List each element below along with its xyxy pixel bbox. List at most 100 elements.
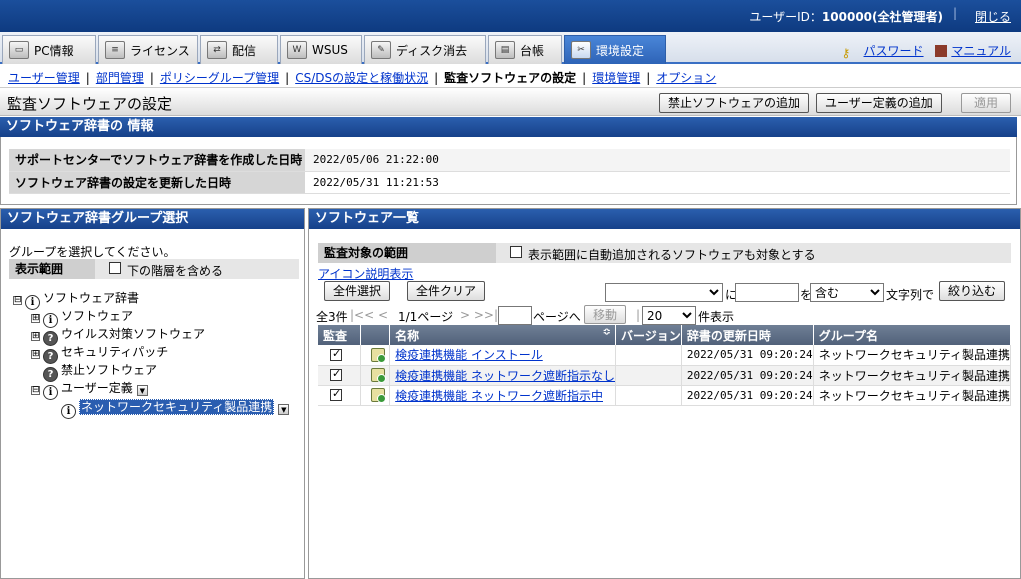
tree-node-antivirus[interactable]: ⊞? ウイルス対策ソフトウェア	[31, 325, 205, 346]
dict-info-header: ソフトウェア辞書の 情報	[0, 117, 1017, 137]
tree-node-software-dictionary[interactable]: ⊟ i ソフトウェア辞書	[13, 289, 139, 310]
info-icon: i	[61, 404, 76, 419]
tab-pc-info[interactable]: ▭ PC情報	[2, 35, 96, 64]
expand-icon[interactable]: ⊞	[31, 314, 40, 323]
wsus-icon: W	[287, 41, 307, 59]
scope-label: 表示範囲	[9, 259, 95, 279]
tree-node-user-definition[interactable]: ⊟ i ユーザー定義 ▼	[31, 379, 148, 400]
pager-move-button[interactable]: 移動	[584, 305, 627, 324]
group-cell: ネットワークセキュリティ製品連携	[813, 345, 1012, 366]
include-sub-checkbox[interactable]	[109, 262, 121, 274]
add-prohibited-software-button[interactable]: 禁止ソフトウェアの追加	[659, 93, 810, 113]
col-version[interactable]: バージョン	[615, 325, 682, 345]
clear-all-button[interactable]: 全件クリア	[407, 281, 486, 301]
pc-icon: ▭	[9, 41, 29, 59]
title-bar: 監査ソフトウェアの設定 禁止ソフトウェアの追加 ユーザー定義の追加 適用	[0, 88, 1021, 116]
tree-node-software[interactable]: ⊞ i ソフトウェア	[31, 307, 133, 328]
col-icon	[360, 325, 391, 345]
expand-icon[interactable]: ⊞	[31, 332, 40, 341]
audit-checkbox[interactable]	[330, 387, 342, 401]
tab-distribution[interactable]: ⇄ 配信	[200, 35, 278, 64]
table-header-row: 監査 名称 ≎ バージョン 辞書の更新日時 グループ名	[318, 325, 1012, 345]
tree-node-prohibited-software[interactable]: ? 禁止ソフトウェア	[43, 361, 157, 382]
filter-text-input[interactable]	[735, 283, 799, 302]
table-row[interactable]: 検疫連携機能 ネットワーク遮断指示なし 2022/05/31 09:20:24 …	[318, 365, 1012, 386]
tab-disk-erase[interactable]: ✎ ディスク消去	[364, 35, 486, 64]
dict-info-table: サポートセンターでソフトウェア辞書を作成した日時 2022/05/06 21:22…	[9, 149, 1010, 194]
filter-button[interactable]: 絞り込む	[939, 281, 1006, 301]
version-cell	[615, 365, 682, 386]
collapse-icon[interactable]: ⊟	[31, 386, 40, 395]
distribution-icon: ⇄	[207, 41, 227, 59]
pager-goto-input[interactable]	[498, 306, 532, 325]
auto-add-label: 表示範囲に自動追加されるソフトウェアも対象とする	[528, 248, 816, 262]
settings-icon: ✂	[571, 41, 591, 59]
software-icon	[370, 388, 386, 403]
col-updated[interactable]: 辞書の更新日時	[681, 325, 814, 345]
group-cell: ネットワークセキュリティ製品連携	[813, 385, 1012, 406]
info-icon: i	[43, 385, 58, 400]
subnav-department-management[interactable]: 部門管理	[96, 71, 144, 85]
audit-checkbox[interactable]	[330, 367, 342, 381]
add-user-definition-button[interactable]: ユーザー定義の追加	[816, 93, 942, 113]
password-link[interactable]: パスワード	[864, 44, 924, 58]
select-all-button[interactable]: 全件選択	[324, 281, 391, 301]
tab-ledger[interactable]: ▤ 台帳	[488, 35, 562, 64]
col-group[interactable]: グループ名	[813, 325, 1012, 345]
pager-page-info: 1/1ページ	[398, 310, 454, 324]
software-icon	[370, 368, 386, 383]
per-page-suffix: 件表示	[698, 310, 735, 324]
group-select-panel: ソフトウェア辞書グループ選択 グループを選択してください。 表示範囲 下の階層を…	[0, 208, 305, 579]
audit-scope-label: 監査対象の範囲	[318, 243, 496, 263]
user-id-label: ユーザーID：	[749, 10, 822, 24]
subnav-audit-software-current: 監査ソフトウェアの設定	[444, 71, 577, 85]
expand-icon[interactable]: ⊞	[31, 350, 40, 359]
tree-node-network-security[interactable]: i ネットワークセキュリティ製品連携 ▼	[61, 398, 290, 419]
pager-next[interactable]: > >>|	[460, 308, 498, 322]
close-link[interactable]: 閉じる	[975, 8, 1011, 25]
tab-settings[interactable]: ✂ 環境設定	[564, 35, 666, 64]
updated-cell: 2022/05/31 09:20:24	[681, 365, 814, 386]
dropdown-arrow-icon[interactable]: ▼	[136, 385, 148, 396]
audit-checkbox[interactable]	[330, 347, 342, 361]
filter-column-select[interactable]	[605, 283, 723, 302]
manual-icon	[935, 45, 948, 57]
tab-license[interactable]: ≡ ライセンス	[98, 35, 198, 64]
subnav-environment[interactable]: 環境管理	[592, 71, 640, 85]
icon-legend-link[interactable]: アイコン説明表示	[318, 265, 413, 282]
subnav-cs-ds[interactable]: CS/DSの設定と稼働状況	[295, 71, 428, 85]
software-name-link[interactable]: 検疫連携機能 ネットワーク遮断指示なし	[395, 369, 615, 383]
software-name-link[interactable]: 検疫連携機能 インストール	[395, 348, 543, 362]
table-row: ソフトウェア辞書の設定を更新した日時 2022/05/31 11:21:53	[9, 171, 1010, 194]
manual-link[interactable]: マニュアル	[951, 44, 1011, 58]
scope-row: 表示範囲 下の階層を含める	[9, 259, 299, 279]
tab-wsus[interactable]: W WSUS	[280, 35, 362, 64]
col-name[interactable]: 名称 ≎	[389, 325, 616, 345]
per-page-select[interactable]: 20	[642, 306, 696, 325]
apply-button[interactable]: 適用	[961, 93, 1011, 113]
user-info: ユーザーID：100000(全社管理者)	[749, 8, 943, 25]
audit-scope-row: 監査対象の範囲 表示範囲に自動追加されるソフトウェアも対象とする	[318, 243, 1011, 263]
auto-add-checkbox[interactable]	[510, 246, 522, 258]
filter-match-select[interactable]: 含む	[810, 283, 884, 302]
sort-icon[interactable]: ≎	[603, 327, 611, 338]
subnav-policy-group[interactable]: ポリシーグループ管理	[160, 71, 279, 85]
version-cell	[615, 385, 682, 406]
table-row[interactable]: 検疫連携機能 インストール 2022/05/31 09:20:24 ネットワーク…	[318, 345, 1012, 366]
table-row[interactable]: 検疫連携機能 ネットワーク遮断指示中 2022/05/31 09:20:24 ネ…	[318, 385, 1012, 406]
col-audit[interactable]: 監査	[318, 325, 362, 345]
disk-erase-icon: ✎	[371, 41, 391, 59]
dropdown-arrow-icon[interactable]: ▼	[278, 404, 290, 415]
version-cell	[615, 345, 682, 366]
user-id-value: 100000(全社管理者)	[821, 10, 943, 24]
subnav-user-management[interactable]: ユーザー管理	[8, 71, 80, 85]
include-sub-label: 下の階層を含める	[127, 264, 224, 278]
pager-prev[interactable]: |<< <	[350, 308, 388, 322]
subnav-options[interactable]: オプション	[656, 71, 716, 85]
software-name-link[interactable]: 検疫連携機能 ネットワーク遮断指示中	[395, 389, 603, 403]
tree-node-security-patch[interactable]: ⊞? セキュリティパッチ	[31, 343, 168, 364]
pager-goto-suffix: ページへ	[533, 310, 581, 324]
collapse-icon[interactable]: ⊟	[13, 296, 22, 305]
software-icon	[370, 347, 386, 363]
filter-suffix: 文字列で	[886, 288, 935, 302]
